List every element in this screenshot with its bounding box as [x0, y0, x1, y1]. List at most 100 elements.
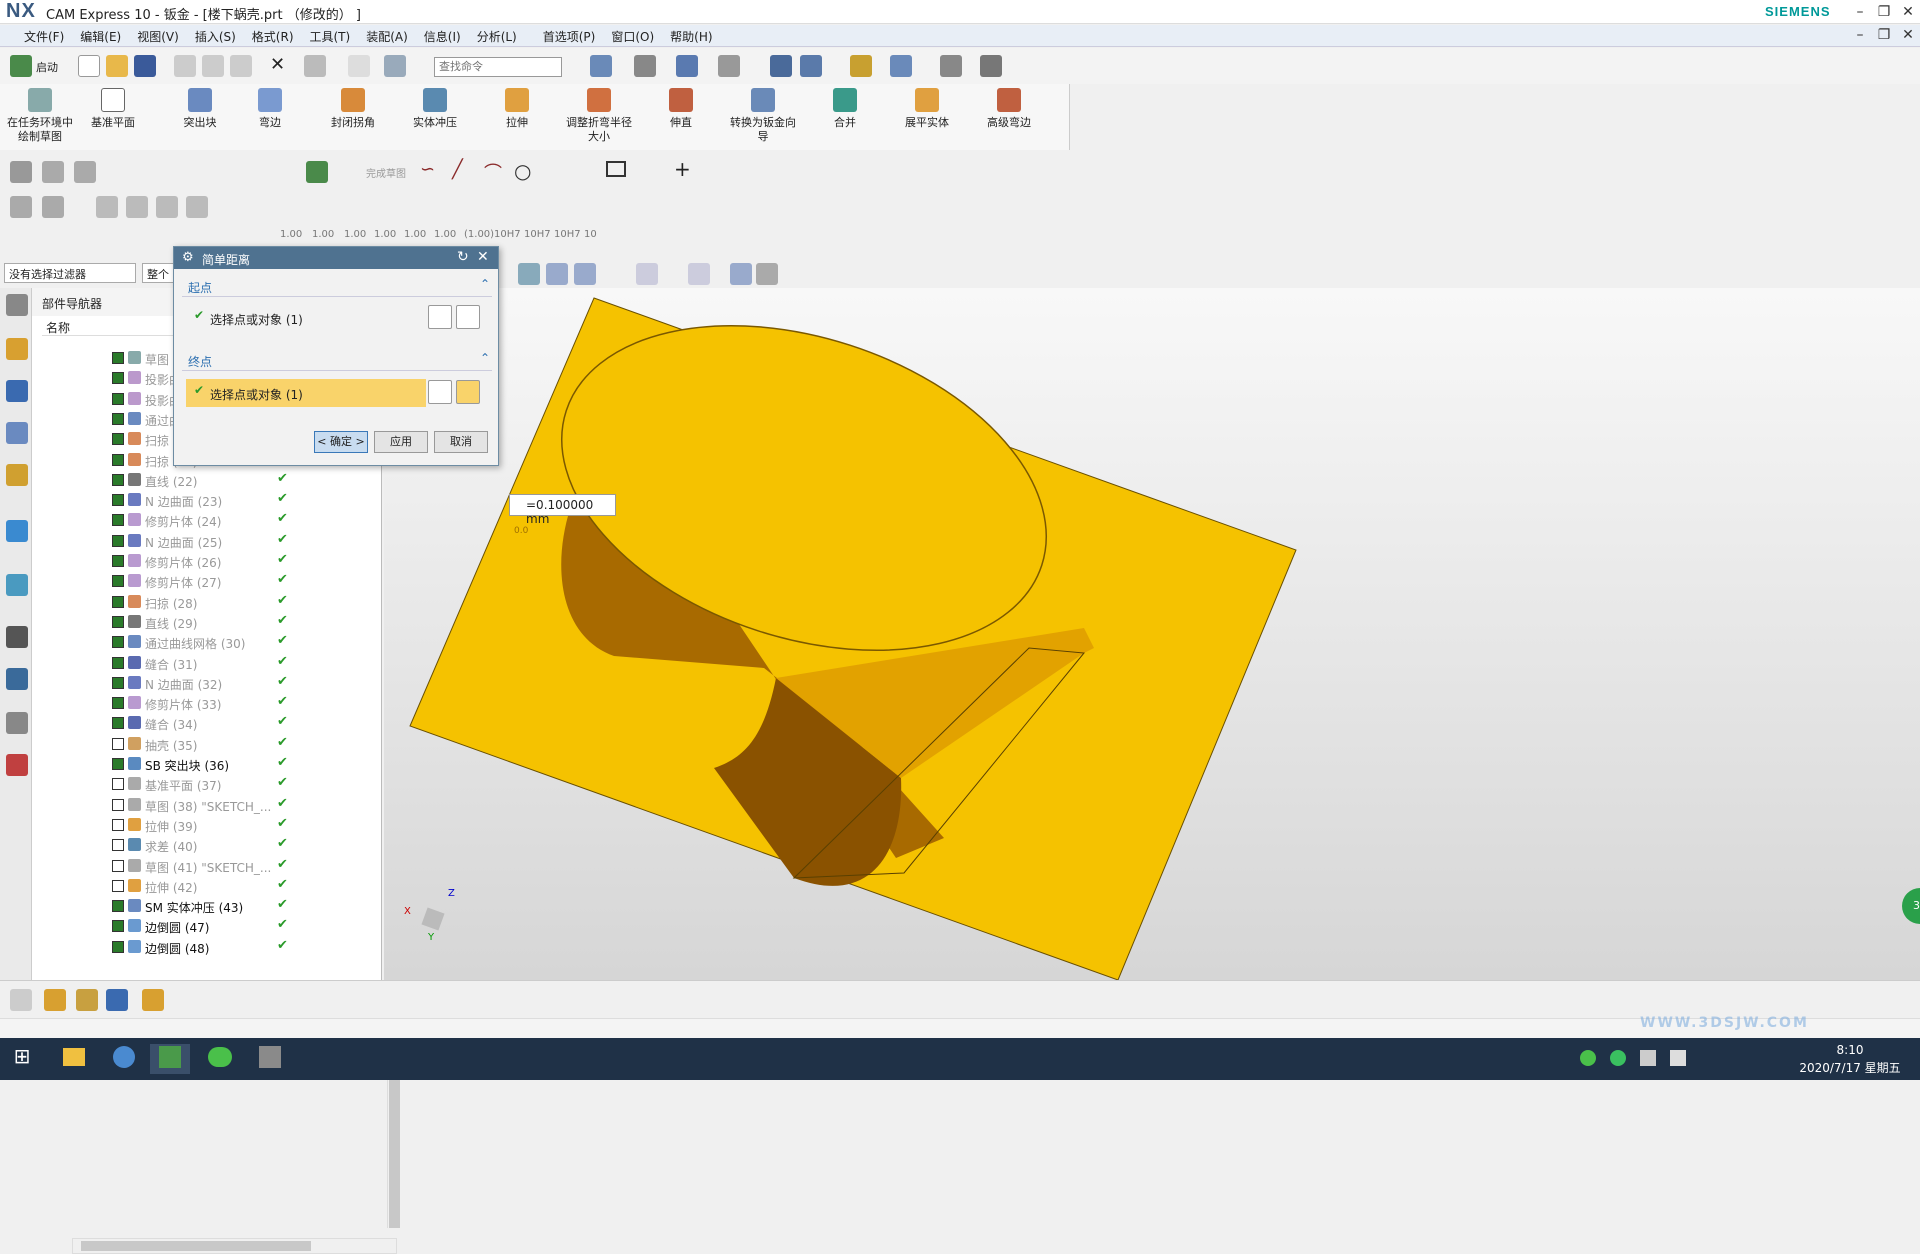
visibility-checkbox[interactable] — [112, 555, 124, 567]
grid-icon[interactable] — [940, 55, 962, 77]
delete-icon[interactable]: ✕ — [270, 54, 285, 75]
navigator-row[interactable]: N 边曲面 (32) ✔ — [72, 673, 382, 693]
visibility-checkbox[interactable] — [112, 798, 124, 811]
snap-mid-icon[interactable] — [574, 263, 596, 285]
snap-intersect-icon[interactable] — [688, 263, 710, 285]
utility-5-icon[interactable] — [156, 196, 178, 218]
save-icon[interactable] — [134, 55, 156, 77]
visibility-checkbox[interactable] — [112, 595, 124, 608]
horizontal-scrollbar[interactable] — [72, 1238, 397, 1254]
visibility-checkbox[interactable] — [112, 839, 124, 852]
paste-icon[interactable] — [230, 55, 252, 77]
dim-format-3[interactable]: 1.00 — [344, 230, 366, 240]
navigator-row[interactable]: 直线 (22) ✔ — [72, 470, 382, 490]
sketch-tool-1-icon[interactable] — [10, 161, 32, 183]
redo-icon[interactable] — [348, 55, 370, 77]
visibility-checkbox[interactable] — [112, 778, 124, 791]
ribbon-closed-corner-button[interactable]: 封闭拐角 — [318, 88, 388, 130]
assembly-navigator-icon[interactable] — [6, 338, 28, 360]
visibility-checkbox[interactable] — [112, 412, 124, 425]
menu-assembly[interactable]: 装配(A) — [358, 25, 416, 48]
navigator-row[interactable]: 修剪片体 (27) ✔ — [72, 571, 382, 591]
file-explorer-icon[interactable] — [63, 1048, 85, 1066]
reset-icon[interactable]: ↻ — [457, 249, 469, 265]
new-file-icon[interactable] — [78, 55, 100, 77]
minimize-icon[interactable]: – — [1848, 2, 1872, 22]
menu-view[interactable]: 视图(V) — [129, 25, 187, 48]
visibility-checkbox[interactable] — [112, 697, 124, 710]
ribbon-resize-bend-button[interactable]: 调整折弯半径大小 — [564, 88, 634, 144]
process-studio-icon[interactable] — [6, 712, 28, 734]
end-point-dialog-icon[interactable] — [428, 380, 452, 404]
menu-tools[interactable]: 工具(T) — [302, 25, 359, 48]
roles-icon[interactable] — [6, 754, 28, 776]
rectangle-icon[interactable] — [606, 161, 626, 177]
settings-icon[interactable] — [6, 294, 28, 316]
menu-edit[interactable]: 编辑(E) — [72, 25, 129, 48]
visibility-checkbox[interactable] — [112, 453, 124, 466]
visibility-checkbox[interactable] — [112, 615, 124, 628]
visibility-checkbox[interactable] — [112, 900, 124, 913]
dim-format-4[interactable]: 1.00 — [374, 230, 396, 240]
ribbon-merge-button[interactable]: 合并 — [810, 88, 880, 130]
arc-icon[interactable]: ⌒ — [484, 159, 502, 185]
menu-format[interactable]: 格式(R) — [244, 25, 302, 48]
navigator-row[interactable]: 通过曲线网格 (30) ✔ — [72, 632, 382, 652]
end-point-section[interactable]: 终点 — [182, 349, 492, 371]
measure-icon[interactable] — [384, 55, 406, 77]
bottom-tool-4-icon[interactable] — [106, 989, 128, 1011]
history-icon[interactable] — [6, 626, 28, 648]
render-style-icon[interactable] — [634, 55, 656, 77]
web-browser-icon[interactable] — [6, 574, 28, 596]
navigator-row[interactable]: 边倒圆 (48) ✔ — [72, 937, 382, 957]
type-filter-dropdown[interactable]: 没有选择过滤器 — [4, 263, 136, 283]
snap-icon[interactable] — [850, 55, 872, 77]
visibility-checkbox[interactable] — [112, 534, 124, 547]
end-collapse-icon[interactable]: ⌃ — [480, 351, 490, 365]
ribbon-flange-button[interactable]: 弯边 — [235, 88, 305, 130]
visibility-checkbox[interactable] — [112, 514, 124, 527]
menu-preferences[interactable]: 首选项(P) — [535, 25, 604, 48]
navigator-row[interactable]: 求差 (40) ✔ — [72, 835, 382, 855]
dialog-close-icon[interactable]: ✕ — [477, 249, 489, 265]
navigator-row[interactable]: 草图 (41) "SKETCH_... ✔ — [72, 856, 382, 876]
nx-taskbar-icon[interactable] — [159, 1046, 181, 1068]
ribbon-flat-solid-button[interactable]: 展平实体 — [892, 88, 962, 130]
navigator-row[interactable]: 拉伸 (39) ✔ — [72, 815, 382, 835]
start-collapse-icon[interactable]: ⌃ — [480, 277, 490, 291]
finish-sketch-icon[interactable] — [306, 161, 328, 183]
dim-format-9[interactable]: 10H7 — [524, 230, 551, 240]
system-clock[interactable]: 8:10 2020/7/17 星期五 — [1780, 1041, 1920, 1077]
end-select-object[interactable]: 选择点或对象 (1) — [186, 379, 426, 407]
bottom-tool-5-icon[interactable] — [142, 989, 164, 1011]
snap-center-icon[interactable] — [636, 263, 658, 285]
start-select-object[interactable]: 选择点或对象 (1) — [186, 304, 426, 332]
snap-grid-icon[interactable] — [756, 263, 778, 285]
ok-button[interactable]: < 确定 > — [314, 431, 368, 453]
navigator-row[interactable]: SB 突出块 (36) ✔ — [72, 754, 382, 774]
tray-wechat-icon[interactable] — [1580, 1050, 1596, 1066]
menu-window[interactable]: 窗口(O) — [603, 25, 662, 48]
orient-view-icon[interactable] — [676, 55, 698, 77]
bottom-tool-1-icon[interactable] — [10, 989, 32, 1011]
scope-dropdown[interactable]: 整个 — [142, 263, 174, 283]
visibility-checkbox[interactable] — [112, 859, 124, 872]
windows-start-icon[interactable]: ⊞ — [2, 1044, 42, 1074]
visibility-checkbox[interactable] — [112, 717, 124, 730]
dimension-icon[interactable] — [980, 55, 1002, 77]
visibility-checkbox[interactable] — [112, 940, 124, 953]
navigator-row[interactable]: N 边曲面 (25) ✔ — [72, 531, 382, 551]
background-icon[interactable] — [718, 55, 740, 77]
bottom-tool-2-icon[interactable] — [44, 989, 66, 1011]
utility-1-icon[interactable] — [10, 196, 32, 218]
show-hide-icon[interactable] — [800, 55, 822, 77]
copy-icon[interactable] — [202, 55, 224, 77]
doc-restore-icon[interactable]: ❐ — [1872, 25, 1896, 45]
visibility-checkbox[interactable] — [112, 372, 124, 385]
sketch-tool-2-icon[interactable] — [42, 161, 64, 183]
bottom-tool-3-icon[interactable] — [76, 989, 98, 1011]
navigator-row[interactable]: 扫掠 (28) ✔ — [72, 592, 382, 612]
visibility-checkbox[interactable] — [112, 575, 124, 588]
line-icon[interactable]: ╱ — [452, 159, 463, 180]
utility-2-icon[interactable] — [42, 196, 64, 218]
